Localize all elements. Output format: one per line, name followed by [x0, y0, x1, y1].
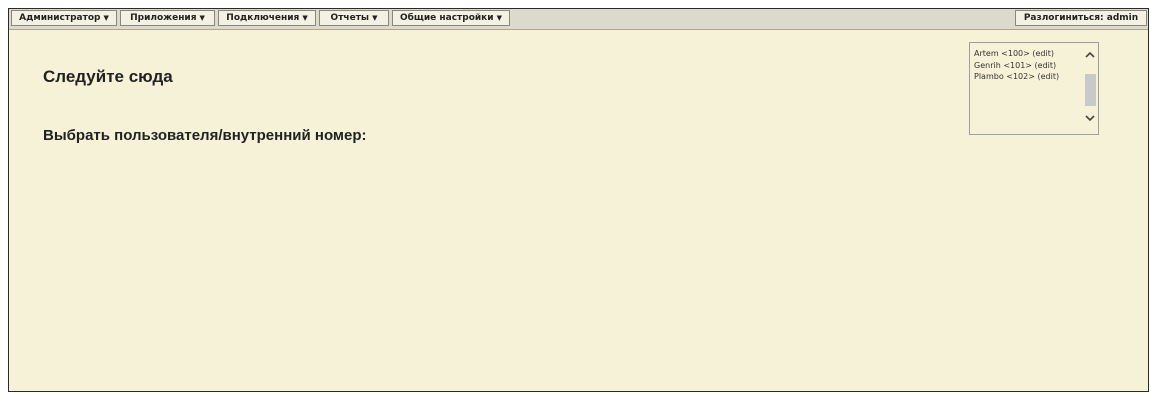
user-name: Artem <100>: [974, 49, 1030, 58]
dropdown-arrow-icon: ▼: [302, 14, 308, 22]
page-title: Следуйте сюда: [43, 67, 173, 86]
list-item[interactable]: Genrih <101> (edit): [974, 60, 1059, 72]
dropdown-arrow-icon: ▼: [199, 14, 205, 22]
menu-applications[interactable]: Приложения ▼: [120, 10, 215, 26]
select-user-heading: Выбрать пользователя/внутренний номер:: [43, 127, 367, 144]
edit-link[interactable]: (edit): [1037, 72, 1059, 81]
user-list-items: Artem <100> (edit) Genrih <101> (edit) P…: [974, 48, 1059, 83]
dropdown-arrow-icon: ▼: [103, 14, 109, 22]
menu-reports[interactable]: Отчеты ▼: [319, 10, 389, 26]
edit-link[interactable]: (edit): [1032, 49, 1054, 58]
app-frame: Администратор ▼ Приложения ▼ Подключения ▼ …: [8, 8, 1149, 392]
chevron-down-icon-svg: [1085, 115, 1095, 122]
menu-connections-label: Подключения: [226, 13, 300, 23]
menu-reports-label: Отчеты: [330, 13, 370, 23]
user-name: Plambo <102>: [974, 72, 1035, 81]
user-name: Genrih <101>: [974, 60, 1032, 70]
menu-admin[interactable]: Администратор ▼: [11, 10, 117, 26]
top-menu-bar: Администратор ▼ Приложения ▼ Подключения ▼ …: [9, 9, 1148, 30]
user-extension-list[interactable]: Artem <100> (edit) Genrih <101> (edit) P…: [969, 42, 1099, 135]
menu-general-settings[interactable]: Общие настройки ▼: [392, 10, 510, 26]
list-item[interactable]: Artem <100> (edit): [974, 48, 1059, 60]
menu-connections[interactable]: Подключения ▼: [218, 10, 316, 26]
menu-admin-label: Администратор: [19, 13, 101, 23]
menu-applications-label: Приложения: [130, 13, 197, 23]
chevron-up-icon[interactable]: [1082, 49, 1098, 65]
list-scrollbar[interactable]: [1082, 43, 1098, 134]
chevron-up-icon-svg: [1085, 51, 1095, 58]
scroll-thumb[interactable]: [1085, 74, 1096, 106]
dropdown-arrow-icon: ▼: [496, 14, 502, 22]
list-item[interactable]: Plambo <102> (edit): [974, 71, 1059, 83]
chevron-down-icon[interactable]: [1082, 112, 1098, 128]
edit-link[interactable]: (edit): [1035, 61, 1057, 70]
logout-button[interactable]: Разлогиниться: admin: [1015, 10, 1147, 26]
dropdown-arrow-icon: ▼: [372, 14, 378, 22]
menu-general-settings-label: Общие настройки: [399, 13, 494, 23]
